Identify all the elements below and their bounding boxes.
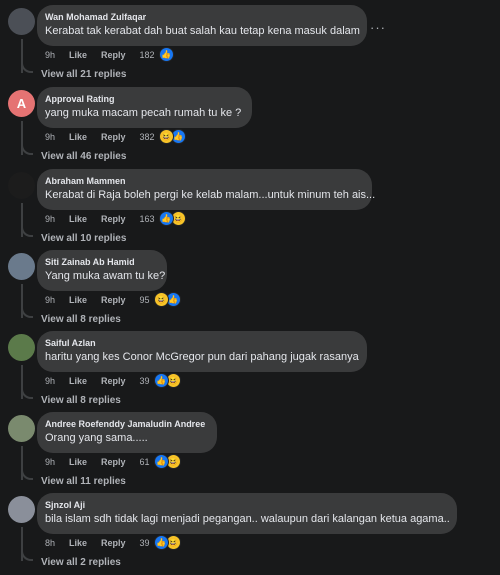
avatar[interactable] [8,172,35,199]
reaction-icons[interactable]: 👍 😆 [158,211,186,226]
comment-actions: 8h Like Reply 39 👍 😆 [45,535,181,550]
view-replies-link[interactable]: View all 46 replies [41,151,126,162]
comment-item: Abraham Mammen Kerabat di Raja boleh per… [0,169,500,250]
view-replies-link[interactable]: View all 10 replies [41,233,126,244]
reply-button[interactable]: Reply [101,214,126,224]
comment-time[interactable]: 8h [45,538,55,548]
comment-text: Kerabat tak kerabat dah buat salah kau t… [45,25,360,37]
view-replies-link[interactable]: View all 2 replies [41,557,121,568]
reply-button[interactable]: Reply [101,132,126,142]
avatar[interactable] [8,496,35,523]
reaction-icons[interactable]: 👍 😆 [153,535,181,550]
comment-author[interactable]: Sjnzol Aji [45,499,445,512]
reaction-count[interactable]: 61 [140,457,150,467]
like-button[interactable]: Like [69,132,87,142]
avatar[interactable] [8,253,35,280]
comment-item: Andree Roefenddy Jamaludin Andree Orang … [0,412,500,493]
comment-author[interactable]: Saiful Azlan [45,337,355,350]
comment-item: Sjnzol Aji bila islam sdh tidak lagi men… [0,493,500,574]
comment-author[interactable]: Siti Zainab Ab Hamid [45,256,155,269]
comment-author[interactable]: Abraham Mammen [45,175,360,188]
comment-item: Siti Zainab Ab Hamid Yang muka awam tu k… [0,250,500,331]
comment-item: Wan Mohamad Zulfaqar Kerabat tak kerabat… [0,5,500,86]
avatar[interactable]: A [8,90,35,117]
like-button[interactable]: Like [69,457,87,467]
comment-text: Yang muka awam tu ke? [45,270,166,282]
comment-text: bila islam sdh tidak lagi menjadi pegang… [45,513,450,525]
haha-icon: 😆 [153,292,169,307]
reaction-icons[interactable]: 😆 👍 [158,129,186,144]
comment-text: Orang yang sama..... [45,432,148,444]
reply-button[interactable]: Reply [101,50,126,60]
like-icon: 👍 [153,535,169,550]
reaction-count[interactable]: 39 [140,538,150,548]
view-replies-link[interactable]: View all 8 replies [41,395,121,406]
reply-button[interactable]: Reply [101,295,126,305]
comment-bubble: Andree Roefenddy Jamaludin Andree Orang … [37,412,217,453]
comment-actions: 9h Like Reply 182 👍 [45,47,174,62]
comment-actions: 9h Like Reply 163 👍 😆 [45,211,186,226]
like-button[interactable]: Like [69,295,87,305]
comment-text: Kerabat di Raja boleh pergi ke kelab mal… [45,189,376,201]
like-icon: 👍 [158,211,174,226]
comment-actions: 9h Like Reply 61 👍 😆 [45,454,181,469]
reaction-count[interactable]: 95 [140,295,150,305]
more-options-icon[interactable]: ··· [368,17,388,37]
comment-time[interactable]: 9h [45,214,55,224]
comment-author[interactable]: Approval Rating [45,93,240,106]
reaction-count[interactable]: 163 [140,214,155,224]
comment-time[interactable]: 9h [45,457,55,467]
like-icon: 👍 [158,47,174,62]
comment-author[interactable]: Andree Roefenddy Jamaludin Andree [45,418,205,431]
comment-bubble: Abraham Mammen Kerabat di Raja boleh per… [37,169,376,210]
reaction-count[interactable]: 39 [140,376,150,386]
reaction-icons[interactable]: 👍 [158,47,174,62]
comment-item: Saiful Azlan haritu yang kes Conor McGre… [0,331,500,412]
view-replies-link[interactable]: View all 11 replies [41,476,126,487]
comment-bubble: Sjnzol Aji bila islam sdh tidak lagi men… [37,493,457,534]
comment-time[interactable]: 9h [45,295,55,305]
like-icon: 👍 [153,373,169,388]
comment-text: yang muka macam pecah rumah tu ke ? [45,107,242,119]
avatar-letter: A [16,96,27,111]
comment-actions: 9h Like Reply 382 😆 👍 [45,129,186,144]
comment-actions: 9h Like Reply 95 😆 👍 [45,292,181,307]
view-replies-link[interactable]: View all 21 replies [41,69,126,80]
like-icon: 👍 [153,454,169,469]
comment-bubble: Approval Rating yang muka macam pecah ru… [37,87,252,128]
haha-icon: 😆 [158,129,174,144]
comment-bubble: Wan Mohamad Zulfaqar Kerabat tak kerabat… [37,5,367,46]
comment-text: haritu yang kes Conor McGregor pun dari … [45,351,359,363]
reaction-count[interactable]: 182 [140,50,155,60]
avatar[interactable] [8,334,35,361]
like-button[interactable]: Like [69,50,87,60]
comment-time[interactable]: 9h [45,376,55,386]
comment-item: A Approval Rating yang muka macam pecah … [0,87,500,168]
reaction-icons[interactable]: 😆 👍 [153,292,181,307]
like-button[interactable]: Like [69,376,87,386]
reply-button[interactable]: Reply [101,538,126,548]
reaction-icons[interactable]: 👍 😆 [153,373,181,388]
comment-actions: 9h Like Reply 39 👍 😆 [45,373,181,388]
avatar[interactable] [8,8,35,35]
like-button[interactable]: Like [69,538,87,548]
comment-time[interactable]: 9h [45,132,55,142]
avatar[interactable] [8,415,35,442]
comment-author[interactable]: Wan Mohamad Zulfaqar [45,11,355,24]
reply-button[interactable]: Reply [101,376,126,386]
comment-bubble: Saiful Azlan haritu yang kes Conor McGre… [37,331,367,372]
reaction-icons[interactable]: 👍 😆 [153,454,181,469]
like-button[interactable]: Like [69,214,87,224]
comment-bubble: Siti Zainab Ab Hamid Yang muka awam tu k… [37,250,167,291]
reaction-count[interactable]: 382 [140,132,155,142]
view-replies-link[interactable]: View all 8 replies [41,314,121,325]
comment-time[interactable]: 9h [45,50,55,60]
reply-button[interactable]: Reply [101,457,126,467]
